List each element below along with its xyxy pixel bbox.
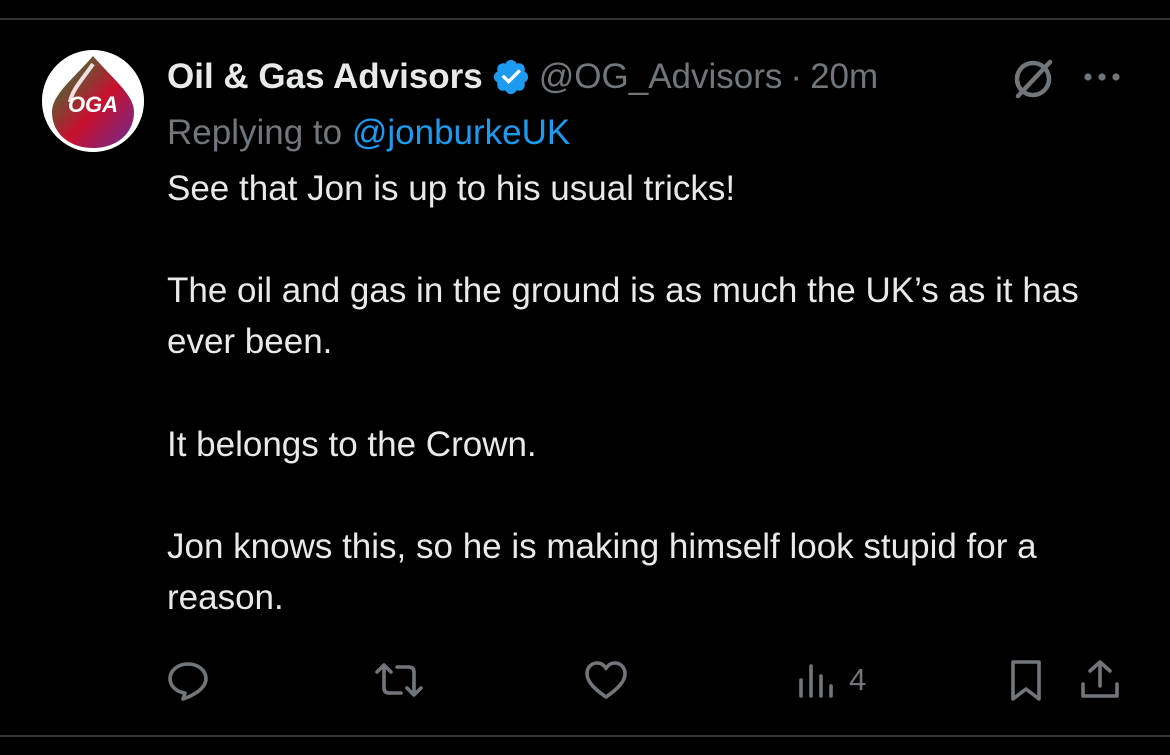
verified-badge-icon[interactable] bbox=[491, 57, 531, 97]
grok-icon[interactable] bbox=[1010, 56, 1056, 102]
more-dots-icon[interactable] bbox=[1080, 62, 1124, 92]
avatar-text: OGA bbox=[68, 92, 118, 117]
display-name[interactable]: Oil & Gas Advisors bbox=[167, 54, 483, 100]
share-icon bbox=[1081, 660, 1119, 698]
author-handle[interactable]: @OG_Advisors bbox=[539, 54, 783, 100]
like-button[interactable] bbox=[583, 658, 629, 702]
avatar[interactable]: OGA bbox=[42, 50, 144, 152]
tweet-text-paragraph: See that Jon is up to his usual tricks! bbox=[167, 169, 736, 208]
reply-button[interactable] bbox=[166, 658, 210, 702]
reply-mention-link[interactable]: @jonburkeUK bbox=[352, 113, 570, 152]
tweet-text-paragraph: The oil and gas in the ground is as much… bbox=[167, 271, 1079, 361]
top-divider bbox=[0, 18, 1170, 20]
views-chart-icon bbox=[799, 664, 833, 698]
separator-dot: · bbox=[790, 57, 803, 96]
oga-logo: OGA bbox=[42, 50, 144, 152]
share-button[interactable] bbox=[1078, 658, 1122, 702]
tweet-text-paragraph: It belongs to the Crown. bbox=[167, 425, 537, 464]
views-count: 4 bbox=[849, 662, 867, 697]
reply-icon bbox=[168, 662, 208, 701]
bookmark-icon bbox=[1011, 660, 1041, 701]
replying-to-label: Replying to bbox=[167, 113, 343, 152]
bookmark-button[interactable] bbox=[1007, 658, 1045, 702]
tweet-text-paragraph: Jon knows this, so he is making himself … bbox=[167, 527, 1037, 617]
timestamp[interactable]: 20m bbox=[810, 54, 878, 100]
bottom-divider bbox=[0, 735, 1170, 737]
reply-context: Replying to @jonburkeUK bbox=[167, 110, 570, 156]
tweet-header: Oil & Gas Advisors @OG_Advisors · 20m bbox=[167, 54, 878, 100]
retweet-button[interactable] bbox=[373, 658, 425, 702]
retweet-icon bbox=[375, 663, 423, 697]
heart-icon bbox=[585, 661, 627, 699]
views-button[interactable]: 4 bbox=[797, 658, 866, 702]
